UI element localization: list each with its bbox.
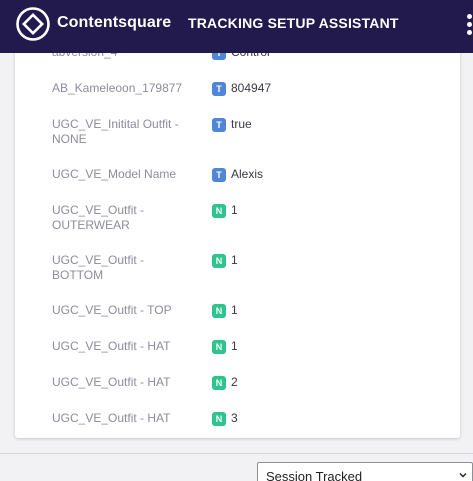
variable-key: UGC_VE_Model Name xyxy=(52,167,177,181)
variable-value: 1 xyxy=(231,203,238,217)
app-header: Contentsquare TRACKING SETUP ASSISTANT xyxy=(0,0,473,53)
type-badge-icon: N xyxy=(212,412,226,426)
contentsquare-logo-icon xyxy=(16,7,50,41)
variables-panel: abversion_4 T Control AB_Kameleoon_17987… xyxy=(0,0,473,481)
variable-key: UGC_VE_Initital Outfit - NONE xyxy=(52,117,179,146)
variable-key: UGC_VE_Outfit - HAT xyxy=(52,339,171,353)
chevron-down-icon xyxy=(459,473,467,478)
variable-value: 804947 xyxy=(231,81,272,95)
variable-key: UGC_VE_Outfit - OUTERWEAR xyxy=(52,203,145,232)
session-select[interactable]: Session Tracked xyxy=(257,462,473,481)
type-badge-icon: T xyxy=(212,82,226,96)
type-badge-icon: T xyxy=(212,118,226,132)
type-badge-icon: N xyxy=(212,304,226,318)
type-badge-icon: N xyxy=(212,254,226,268)
variable-value: 2 xyxy=(231,375,238,389)
type-badge-icon: N xyxy=(212,204,226,218)
type-badge-icon: N xyxy=(212,376,226,390)
variable-key: UGC_VE_Outfit - TOP xyxy=(52,303,172,317)
type-badge-icon: T xyxy=(212,168,226,182)
variable-key: UGC_VE_Outfit - BOTTOM xyxy=(52,253,145,282)
variable-value: 3 xyxy=(231,411,238,425)
type-badge-icon: N xyxy=(212,340,226,354)
variable-value: 1 xyxy=(231,303,238,317)
brand-name: Contentsquare xyxy=(57,14,172,31)
variable-value: Alexis xyxy=(231,167,264,181)
variable-value: true xyxy=(231,117,252,131)
variable-key: UGC_VE_Outfit - HAT xyxy=(52,411,171,425)
more-menu-icon[interactable] xyxy=(466,14,473,38)
page-title: TRACKING SETUP ASSISTANT xyxy=(188,15,399,31)
variable-key: AB_Kameleoon_179877 xyxy=(52,81,183,95)
session-select-value: Session Tracked xyxy=(266,469,363,481)
variable-value: 1 xyxy=(231,339,238,353)
variable-key: UGC_VE_Outfit - HAT xyxy=(52,375,171,389)
variable-value: 1 xyxy=(231,253,238,267)
